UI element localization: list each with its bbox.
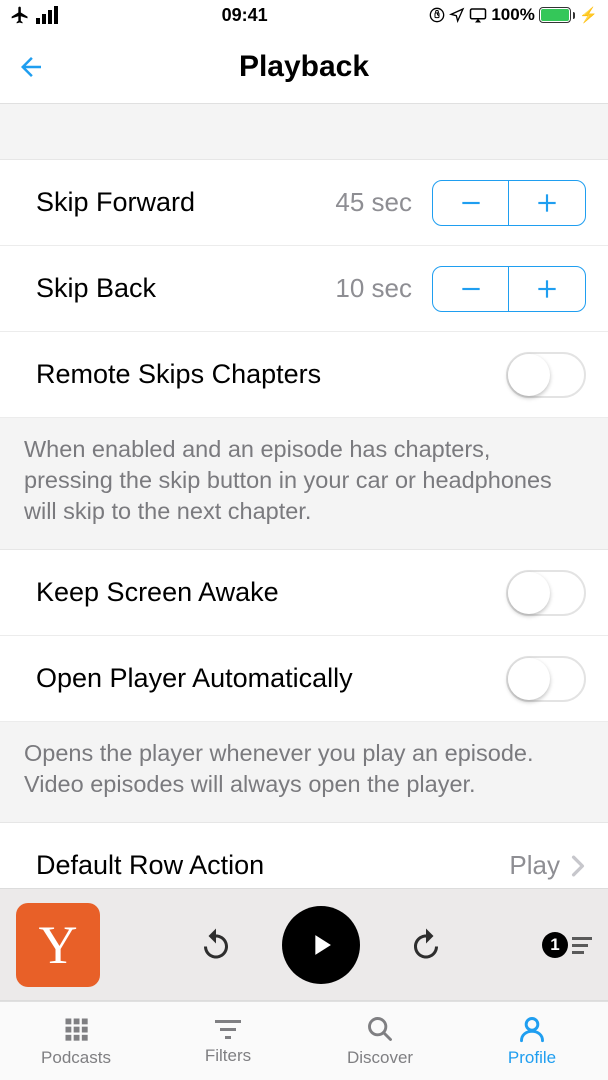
skip-back-label: Skip Back bbox=[36, 273, 156, 304]
remote-skips-label: Remote Skips Chapters bbox=[36, 359, 321, 390]
airplay-icon bbox=[469, 7, 487, 23]
airplane-mode-icon bbox=[10, 5, 30, 25]
profile-icon bbox=[518, 1015, 546, 1043]
filter-icon bbox=[213, 1017, 243, 1041]
play-button[interactable] bbox=[282, 906, 360, 984]
open-player-label: Open Player Automatically bbox=[36, 663, 353, 694]
album-art-letter: Y bbox=[39, 914, 78, 976]
charging-icon: ⚡ bbox=[579, 6, 598, 24]
skip-back-minus-button[interactable] bbox=[433, 267, 509, 311]
keep-awake-label: Keep Screen Awake bbox=[36, 577, 279, 608]
mini-player[interactable]: Y 1 bbox=[0, 888, 608, 1001]
open-player-toggle[interactable] bbox=[506, 656, 586, 702]
tab-profile[interactable]: Profile bbox=[456, 1002, 608, 1080]
open-player-hint: Opens the player whenever you play an ep… bbox=[0, 722, 608, 823]
skip-back-plus-button[interactable] bbox=[509, 267, 585, 311]
search-icon bbox=[366, 1015, 394, 1043]
tab-discover[interactable]: Discover bbox=[304, 1002, 456, 1080]
queue-list-icon bbox=[572, 936, 592, 954]
skip-back-icon[interactable] bbox=[198, 927, 234, 963]
chevron-right-icon bbox=[570, 855, 586, 877]
page-title: Playback bbox=[239, 50, 369, 84]
location-icon bbox=[449, 7, 465, 23]
tab-filters-label: Filters bbox=[205, 1046, 251, 1066]
nav-bar: Playback bbox=[0, 30, 608, 104]
skip-forward-icon[interactable] bbox=[408, 927, 444, 963]
grid-icon bbox=[62, 1015, 90, 1043]
remote-skips-hint: When enabled and an episode has chapters… bbox=[0, 418, 608, 550]
tab-filters[interactable]: Filters bbox=[152, 1002, 304, 1080]
skip-forward-plus-button[interactable] bbox=[509, 181, 585, 225]
tab-discover-label: Discover bbox=[347, 1048, 413, 1068]
skip-forward-label: Skip Forward bbox=[36, 187, 195, 218]
tab-podcasts[interactable]: Podcasts bbox=[0, 1002, 152, 1080]
default-row-value: Play bbox=[509, 850, 560, 881]
skip-back-stepper bbox=[432, 266, 586, 312]
keep-awake-toggle[interactable] bbox=[506, 570, 586, 616]
remote-skips-row: Remote Skips Chapters bbox=[0, 332, 608, 418]
queue-button[interactable]: 1 bbox=[542, 932, 592, 958]
back-button[interactable] bbox=[16, 52, 46, 82]
skip-back-value: 10 sec bbox=[335, 273, 412, 304]
remote-skips-toggle[interactable] bbox=[506, 352, 586, 398]
skip-forward-value: 45 sec bbox=[335, 187, 412, 218]
queue-count-badge: 1 bbox=[542, 932, 568, 958]
section-gap bbox=[0, 104, 608, 160]
signal-icon bbox=[36, 6, 60, 24]
skip-forward-stepper bbox=[432, 180, 586, 226]
tab-podcasts-label: Podcasts bbox=[41, 1048, 111, 1068]
skip-back-row: Skip Back 10 sec bbox=[0, 246, 608, 332]
keep-awake-row: Keep Screen Awake bbox=[0, 550, 608, 636]
open-player-row: Open Player Automatically bbox=[0, 636, 608, 722]
battery-pct-label: 100% bbox=[491, 5, 534, 25]
battery-icon bbox=[539, 7, 576, 23]
skip-forward-minus-button[interactable] bbox=[433, 181, 509, 225]
tab-profile-label: Profile bbox=[508, 1048, 556, 1068]
status-bar: 09:41 100% ⚡ bbox=[0, 0, 608, 30]
skip-forward-row: Skip Forward 45 sec bbox=[0, 160, 608, 246]
orientation-lock-icon bbox=[429, 7, 445, 23]
status-time: 09:41 bbox=[222, 5, 268, 26]
default-row-label: Default Row Action bbox=[36, 850, 264, 881]
tab-bar: Podcasts Filters Discover Profile bbox=[0, 1001, 608, 1080]
album-art[interactable]: Y bbox=[16, 903, 100, 987]
